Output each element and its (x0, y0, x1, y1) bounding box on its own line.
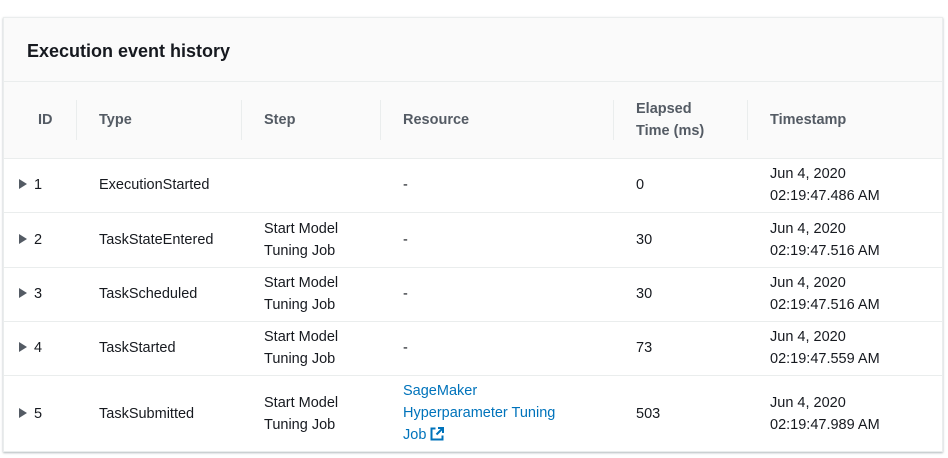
timestamp-cell: Jun 4, 2020 02:19:47.989 AM (748, 375, 942, 451)
table-row: 1 ExecutionStarted - 0 Jun 4, 2020 02:19:… (4, 158, 942, 213)
type-cell: TaskScheduled (77, 267, 242, 322)
resource-cell: SageMaker Hyperparameter Tuning Job (381, 375, 614, 451)
column-header-elapsed[interactable]: Elapsed Time (ms) (614, 82, 748, 159)
elapsed-cell: 0 (614, 158, 748, 213)
id-cell[interactable]: 1 (4, 158, 77, 213)
caret-right-icon[interactable] (19, 233, 27, 244)
timestamp-cell: Jun 4, 2020 02:19:47.559 AM (748, 321, 942, 376)
type-cell: TaskSubmitted (77, 375, 242, 451)
step-cell: Start Model Tuning Job (242, 267, 381, 322)
caret-right-icon[interactable] (19, 179, 27, 189)
type-cell: ExecutionStarted (77, 158, 242, 213)
elapsed-cell: 73 (614, 321, 748, 376)
timestamp-cell: Jun 4, 2020 02:19:47.516 AM (748, 212, 942, 268)
panel-header: Execution event history (4, 18, 942, 82)
step-cell: Start Model Tuning Job (242, 321, 381, 376)
resource-cell: - (381, 321, 614, 376)
table-row: 2 TaskStateEntered Start Model Tuning Job… (4, 212, 942, 268)
timestamp-cell: Jun 4, 2020 02:19:47.516 AM (748, 267, 942, 322)
step-cell: Start Model Tuning Job (242, 375, 381, 451)
table-header-row: ID Type Step Resource Elapsed Time (ms) T… (4, 82, 942, 159)
id-cell[interactable]: 2 (4, 212, 77, 268)
caret-right-icon[interactable] (19, 342, 27, 352)
resource-cell: - (381, 158, 614, 213)
elapsed-cell: 30 (614, 267, 748, 322)
id-cell[interactable]: 3 (4, 267, 77, 322)
sagemaker-tuning-job-link[interactable]: SageMaker Hyperparameter Tuning Job (403, 383, 555, 443)
column-header-id[interactable]: ID (4, 82, 77, 159)
column-header-timestamp[interactable]: Timestamp (748, 82, 942, 159)
step-cell (242, 158, 381, 213)
timestamp-cell: Jun 4, 2020 02:19:47.486 AM (748, 158, 942, 213)
elapsed-cell: 30 (614, 212, 748, 268)
execution-event-history-panel: Execution event history ID Type Step Res… (3, 17, 943, 452)
caret-right-icon[interactable] (19, 288, 27, 298)
table-row: 4 TaskStarted Start Model Tuning Job - 73… (4, 321, 942, 376)
panel-title: Execution event history (27, 41, 231, 61)
external-link-icon[interactable] (430, 426, 445, 448)
column-header-step[interactable]: Step (242, 82, 381, 159)
event-history-table: ID Type Step Resource Elapsed Time (ms) T… (4, 82, 942, 451)
resource-cell: - (381, 212, 614, 268)
caret-right-icon[interactable] (19, 408, 27, 418)
step-cell: Start Model Tuning Job (242, 212, 381, 268)
id-cell[interactable]: 5 (4, 375, 77, 451)
column-header-resource[interactable]: Resource (381, 82, 614, 159)
table-row: 5 TaskSubmitted Start Model Tuning Job Sa… (4, 375, 942, 451)
resource-cell: - (381, 267, 614, 322)
table-row: 3 TaskScheduled Start Model Tuning Job - … (4, 267, 942, 322)
column-header-type[interactable]: Type (77, 82, 242, 159)
type-cell: TaskStateEntered (77, 212, 242, 268)
elapsed-cell: 503 (614, 375, 748, 451)
id-cell[interactable]: 4 (4, 321, 77, 376)
type-cell: TaskStarted (77, 321, 242, 376)
